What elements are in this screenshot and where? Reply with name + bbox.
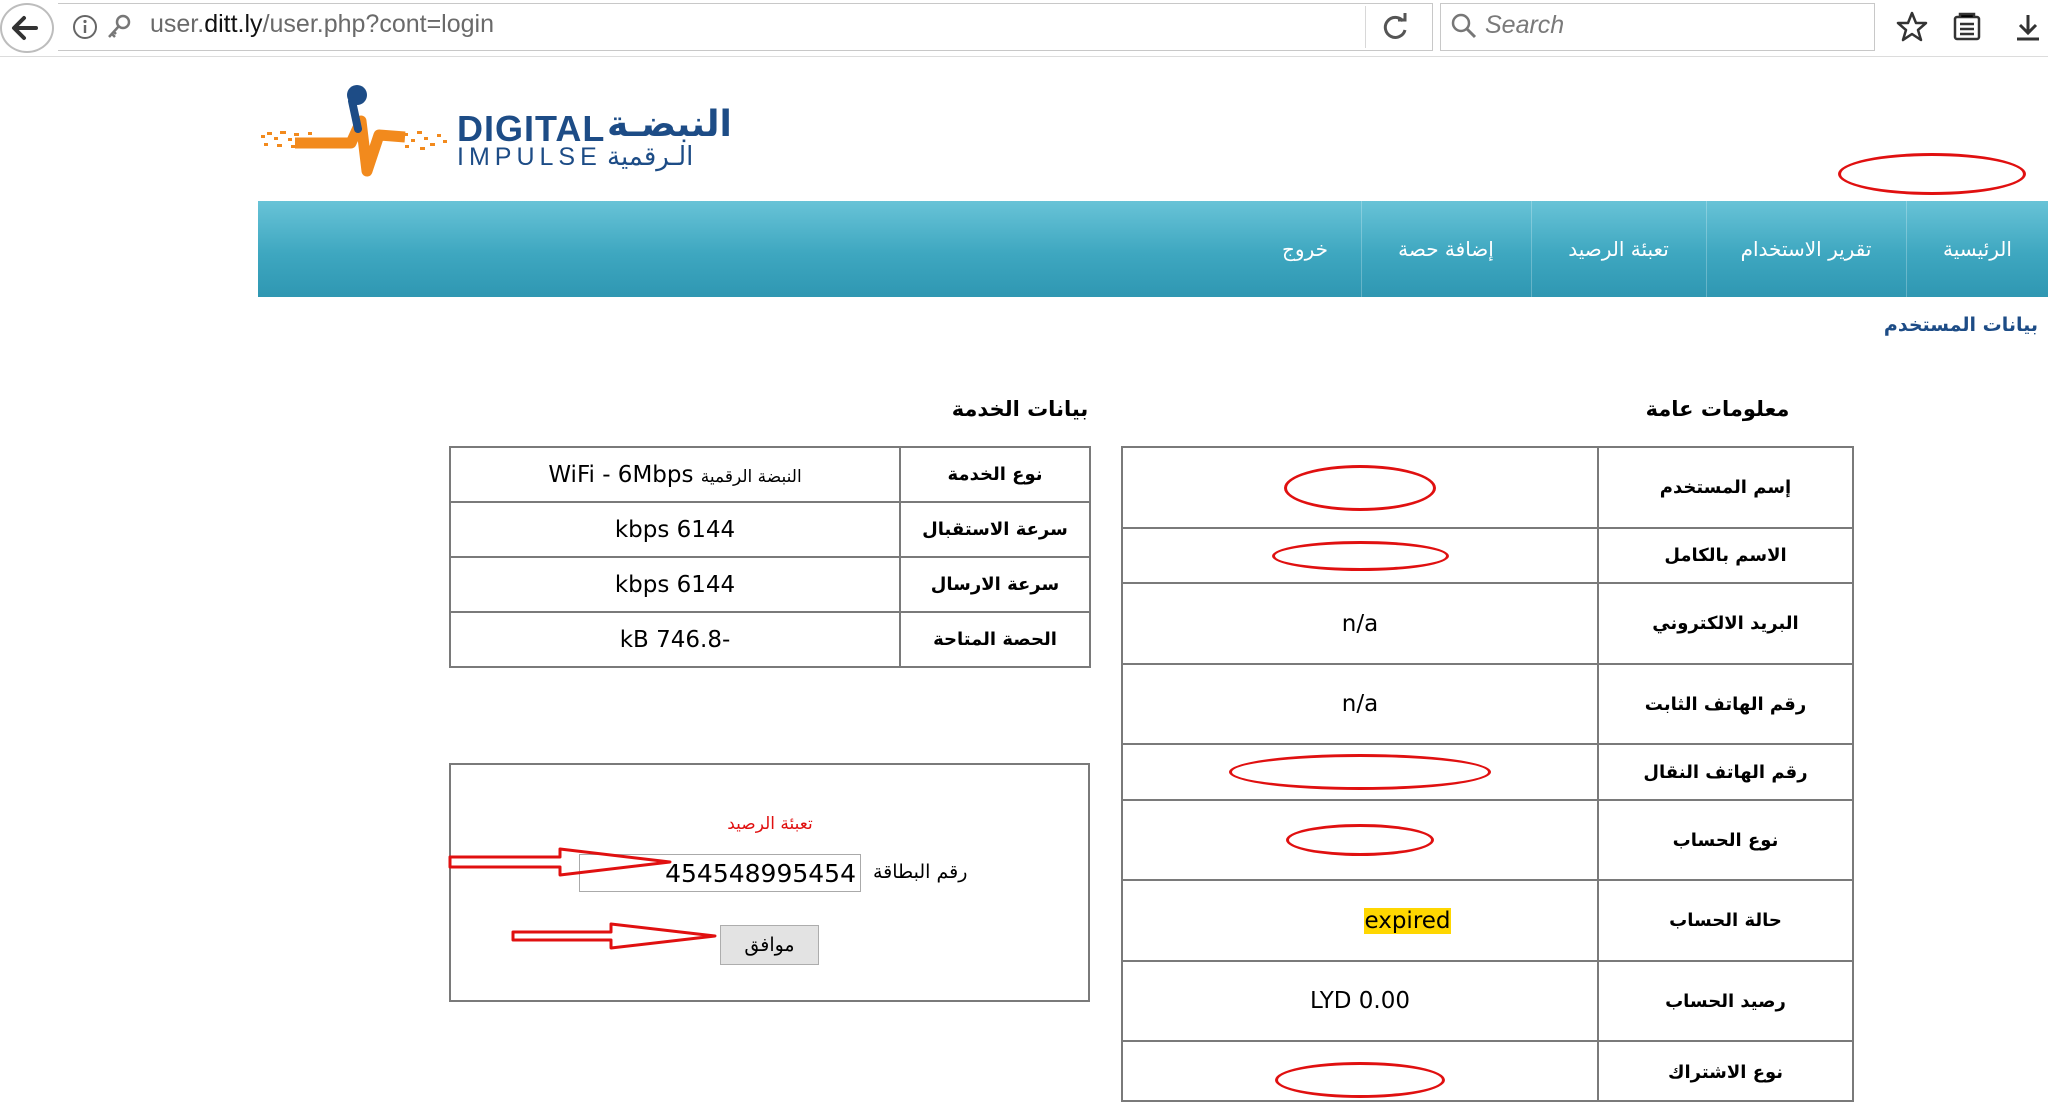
redaction-mark [1271,540,1449,571]
url-host: ditt.ly [204,10,263,38]
page-title: بيانات المستخدم [1883,314,2038,336]
table-row: WiFi - 6Mbps النبضة الرقمية نوع الخدمة [449,446,1091,503]
url-path: /user.php?cont=login [262,10,494,38]
status-badge: expired [1364,907,1451,934]
service-type-value: WiFi - 6Mbps النبضة الرقمية [449,446,901,503]
nav-item-home[interactable]: الرئيسية [1907,201,2048,297]
redaction-mark [1286,824,1434,856]
upload-speed-value: kbps 6144 [449,556,901,613]
back-button[interactable] [0,3,54,53]
table-row: رقم الهاتف النقال [1121,743,1854,801]
username-value [1121,446,1599,529]
nav-item-add-quota[interactable]: إضافة حصة [1362,201,1530,297]
username-label: إسم المستخدم [1597,446,1854,529]
nav-separator [1531,201,1532,297]
general-info-table: إسم المستخدم الاسم بالكامل n/a البريد ال… [1121,446,1854,1102]
nav-separator [1706,201,1707,297]
back-arrow-icon [12,16,38,40]
annotation-arrow [448,847,672,877]
general-info-title: معلومات عامة [1645,397,1790,421]
table-row: نوع الحساب [1121,799,1854,881]
landline-label: رقم الهاتف الثابت [1597,663,1854,745]
nav-item-recharge[interactable]: تعبئة الرصيد [1532,201,1705,297]
recharge-title: تعبئة الرصيد [727,814,813,834]
account-type-value [1121,799,1599,881]
logo-text-impulse: IMPULSE [457,143,602,171]
search-icon [1451,13,1477,39]
mobile-label: رقم الهاتف النقال [1597,743,1854,801]
account-type-label: نوع الحساب [1597,799,1854,881]
info-icon[interactable] [70,12,100,42]
reload-icon [1383,13,1407,39]
nav-separator [1361,201,1362,297]
search-placeholder: Search [1485,11,1565,39]
service-data-table: WiFi - 6Mbps النبضة الرقمية نوع الخدمة k… [449,446,1091,668]
redaction-mark [1838,153,2026,195]
annotation-arrow [511,922,717,950]
logo-text-arabic-2: الـرقمية [607,142,694,172]
balance-label: رصيد الحساب [1597,960,1854,1042]
table-row: n/a رقم الهاتف الثابت [1121,663,1854,745]
subscription-type-value [1121,1040,1599,1102]
reading-list-icon[interactable] [1951,11,1983,43]
bookmark-star-icon[interactable] [1895,10,1929,44]
table-row: kbps 6144 سرعة الارسال [449,556,1091,613]
subscription-type-label: نوع الاشتراك [1597,1040,1854,1102]
logo-text-arabic-1: النبضـة [607,104,732,145]
mobile-value [1121,743,1599,801]
table-row: إسم المستخدم [1121,446,1854,529]
key-icon[interactable] [103,11,135,43]
download-icon[interactable] [2012,11,2044,43]
card-number-label: رقم البطاقة [873,861,968,883]
redaction-mark [1229,754,1491,790]
table-row: LYD 0.00 رصيد الحساب [1121,960,1854,1042]
table-row: n/a البريد الالكتروني [1121,582,1854,665]
table-row: kbps 6144 سرعة الاستقبال [449,501,1091,558]
nav-separator [1906,201,1907,297]
url-prefix: user. [150,10,205,38]
download-speed-value: kbps 6144 [449,501,901,558]
table-row: نوع الاشتراك [1121,1040,1854,1102]
table-row: الاسم بالكامل [1121,527,1854,584]
full-name-label: الاسم بالكامل [1597,527,1854,584]
available-quota-value: kB 746.8- [449,611,901,668]
url-text[interactable]: user.ditt.ly/user.php?cont=login [150,10,494,39]
redaction-mark [1275,1062,1445,1098]
service-type-label: نوع الخدمة [899,446,1091,503]
email-value: n/a [1121,582,1599,665]
service-type-value-text: WiFi - 6Mbps [548,461,694,488]
available-quota-label: الحصة المتاحة [899,611,1091,668]
upload-speed-label: سرعة الارسال [899,556,1091,613]
full-name-value [1121,527,1599,584]
balance-value: LYD 0.00 [1121,960,1599,1042]
email-label: البريد الالكتروني [1597,582,1854,665]
service-data-title: بيانات الخدمة [951,397,1089,421]
table-row: kB 746.8- الحصة المتاحة [449,611,1091,668]
download-speed-label: سرعة الاستقبال [899,501,1091,558]
reload-button[interactable] [1365,6,1426,48]
landline-value: n/a [1121,663,1599,745]
account-status-label: حالة الحساب [1597,879,1854,962]
ok-button[interactable]: موافق [720,925,819,965]
service-type-value-arabic: النبضة الرقمية [700,466,802,487]
account-status-value: expired [1121,879,1599,962]
redaction-mark [1284,464,1436,511]
table-row: expired حالة الحساب [1121,879,1854,962]
nav-item-usage-report[interactable]: تقرير الاستخدام [1707,201,1905,297]
nav-item-logout[interactable]: خروج [1250,201,1360,297]
